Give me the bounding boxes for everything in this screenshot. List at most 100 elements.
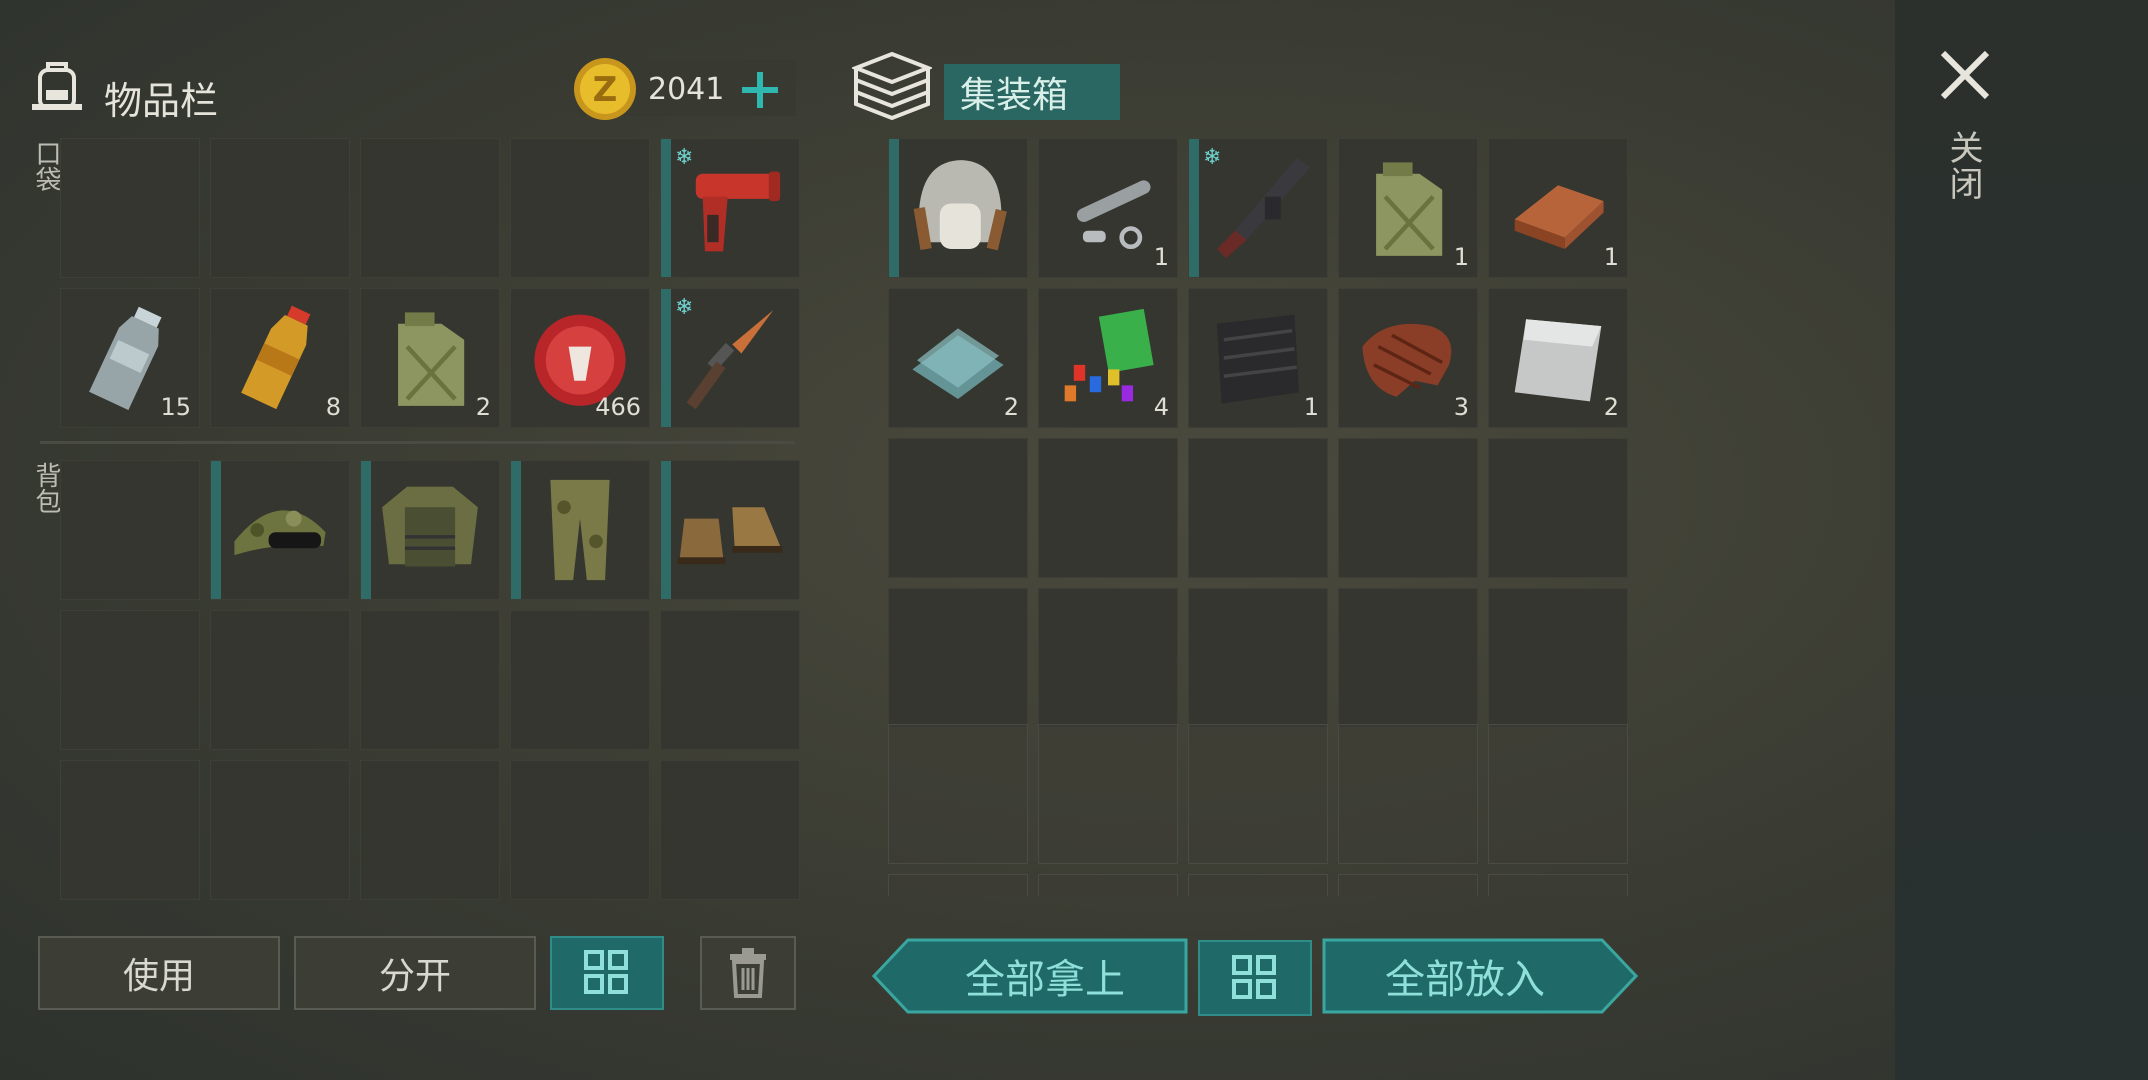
empty-slot[interactable]: [1488, 724, 1628, 864]
empty-slot[interactable]: [1338, 724, 1478, 864]
item-quantity: 466: [595, 393, 641, 421]
empty-slot[interactable]: [210, 610, 350, 750]
item-quantity: 1: [1303, 393, 1319, 421]
sort-inventory-button[interactable]: [550, 936, 664, 1010]
empty-slot[interactable]: [60, 138, 200, 278]
item-slot-ushanka-hat[interactable]: [888, 138, 1028, 278]
empty-slot[interactable]: [660, 610, 800, 750]
item-slot-glass-panes[interactable]: 2: [888, 288, 1028, 428]
item-slot-flare-gun[interactable]: ❄: [660, 138, 800, 278]
steak-icon: [1351, 301, 1465, 415]
item-slot-metal-plate[interactable]: 2: [1488, 288, 1628, 428]
item-quantity: 1: [1153, 243, 1169, 271]
container-grid: 1 ❄ 1 1 2 4 1 3 2: [888, 138, 1628, 728]
item-slot-knife[interactable]: ❄: [660, 288, 800, 428]
close-label[interactable]: 关闭: [1943, 130, 1988, 202]
item-slot-bottle-cap[interactable]: 466: [510, 288, 650, 428]
item-quantity: 1: [1603, 243, 1619, 271]
empty-slot[interactable]: [1488, 438, 1628, 578]
container-title: 集装箱: [944, 64, 1120, 120]
backpack-icon: [28, 56, 86, 114]
item-quantity: 8: [325, 393, 341, 421]
backpack-grid: [60, 460, 800, 900]
empty-slot[interactable]: [510, 610, 650, 750]
empty-slot[interactable]: [1038, 588, 1178, 728]
grid-sort-icon: [1232, 955, 1276, 999]
item-quantity: 2: [1603, 393, 1619, 421]
empty-slot[interactable]: [60, 760, 200, 900]
coin-icon: Z: [572, 56, 638, 122]
take-all-button[interactable]: 全部拿上: [872, 938, 1188, 1014]
camo-cap-icon: [223, 473, 337, 587]
inventory-title: 物品栏: [104, 79, 219, 123]
empty-slot[interactable]: [510, 760, 650, 900]
empty-slot[interactable]: [888, 874, 1028, 896]
item-slot-plastic-scraps[interactable]: 4: [1038, 288, 1178, 428]
put-all-button[interactable]: 全部放入: [1322, 938, 1638, 1014]
item-slot-camo-cap[interactable]: [210, 460, 350, 600]
svg-text:Z: Z: [593, 70, 618, 110]
empty-slot[interactable]: [1188, 724, 1328, 864]
item-slot-pipe-parts[interactable]: 1: [1038, 138, 1178, 278]
split-button[interactable]: 分开: [294, 936, 536, 1010]
jerrycan-icon: [1351, 151, 1465, 265]
item-slot-copper-ingot[interactable]: 1: [1488, 138, 1628, 278]
trash-icon: [730, 948, 766, 998]
coin-amount: 2041: [648, 72, 725, 107]
frost-icon: ❄: [675, 295, 694, 320]
item-quantity: 1: [1453, 243, 1469, 271]
empty-slot[interactable]: [60, 610, 200, 750]
close-icon[interactable]: [1935, 45, 1995, 105]
empty-slot[interactable]: [888, 724, 1028, 864]
item-quantity: 4: [1153, 393, 1169, 421]
empty-slot[interactable]: [888, 438, 1028, 578]
empty-slot[interactable]: [510, 138, 650, 278]
section-divider: [40, 441, 795, 444]
trash-button[interactable]: [700, 936, 796, 1010]
grid-sort-icon: [584, 950, 628, 994]
plastic-scraps-icon: [1051, 301, 1165, 415]
item-slot-jerrycan[interactable]: 1: [1338, 138, 1478, 278]
empty-slot[interactable]: [1038, 874, 1178, 896]
empty-slot[interactable]: [1488, 874, 1628, 896]
item-slot-camo-pants[interactable]: [510, 460, 650, 600]
ushanka-hat-icon: [901, 151, 1015, 265]
empty-slot[interactable]: [660, 760, 800, 900]
item-slot-jerrycan[interactable]: 2: [360, 288, 500, 428]
empty-slot[interactable]: [360, 610, 500, 750]
empty-slot[interactable]: [888, 588, 1028, 728]
empty-slot[interactable]: [360, 138, 500, 278]
tactical-vest-icon: [373, 473, 487, 587]
empty-slot[interactable]: [60, 460, 200, 600]
empty-slot[interactable]: [210, 760, 350, 900]
sort-container-button[interactable]: [1198, 940, 1312, 1016]
use-button[interactable]: 使用: [38, 936, 280, 1010]
container-grid-overflow: [888, 724, 1628, 896]
item-slot-rubber-sheet[interactable]: 1: [1188, 288, 1328, 428]
empty-slot[interactable]: [1338, 588, 1478, 728]
empty-slot[interactable]: [1038, 724, 1178, 864]
empty-slot[interactable]: [1188, 438, 1328, 578]
item-slot-rifle[interactable]: ❄: [1188, 138, 1328, 278]
item-slot-water-bottle[interactable]: 15: [60, 288, 200, 428]
item-quantity: 2: [1003, 393, 1019, 421]
item-slot-soda-bottle[interactable]: 8: [210, 288, 350, 428]
item-slot-steak[interactable]: 3: [1338, 288, 1478, 428]
item-slot-tactical-vest[interactable]: [360, 460, 500, 600]
add-coins-icon[interactable]: [740, 70, 780, 110]
empty-slot[interactable]: [210, 138, 350, 278]
item-quantity: 3: [1453, 393, 1469, 421]
frost-icon: ❄: [1203, 145, 1222, 170]
empty-slot[interactable]: [1038, 438, 1178, 578]
empty-slot[interactable]: [1338, 874, 1478, 896]
empty-slot[interactable]: [1188, 874, 1328, 896]
empty-slot[interactable]: [1338, 438, 1478, 578]
empty-slot[interactable]: [1488, 588, 1628, 728]
empty-slot[interactable]: [1188, 588, 1328, 728]
copper-ingot-icon: [1501, 151, 1615, 265]
soda-bottle-icon: [223, 301, 337, 415]
item-slot-boots[interactable]: [660, 460, 800, 600]
boots-icon: [673, 473, 787, 587]
empty-slot[interactable]: [360, 760, 500, 900]
container-icon: [850, 50, 934, 122]
